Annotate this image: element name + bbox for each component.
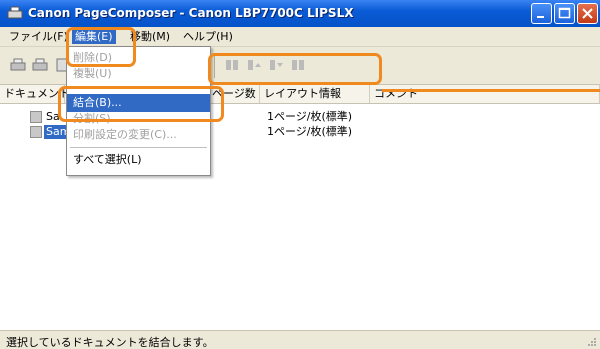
menu-help[interactable]: ヘルプ(H) (180, 29, 236, 44)
minimize-icon (537, 16, 544, 18)
minimize-button[interactable] (531, 3, 552, 24)
document-layout: 1ページ/枚(標準) (267, 110, 353, 123)
document-icon (30, 111, 42, 123)
print-preview-icon[interactable] (32, 58, 48, 72)
menu-item-change-print-settings[interactable]: 印刷設定の変更(C)... (67, 126, 210, 144)
print-icon[interactable] (10, 58, 26, 72)
document-icon (30, 126, 42, 138)
app-window: Canon PageComposer - Canon LBP7700C LIPS… (0, 0, 600, 349)
title-bar[interactable]: Canon PageComposer - Canon LBP7700C LIPS… (0, 0, 600, 27)
menu-file[interactable]: ファイル(F) (6, 29, 71, 44)
close-button[interactable] (577, 3, 598, 24)
highlight-edit-menu (66, 27, 136, 67)
highlight-toolbar-area (208, 53, 382, 85)
menu-separator (70, 147, 207, 148)
maximize-icon (558, 7, 571, 19)
app-icon (7, 6, 23, 19)
column-header-comment[interactable]: コメント (370, 85, 600, 103)
column-header-document[interactable]: ドキュメント (0, 85, 70, 103)
document-layout: 1ページ/枚(標準) (267, 125, 353, 138)
menu-item-duplicate[interactable]: 複製(U) (67, 65, 210, 83)
window-title: Canon PageComposer - Canon LBP7700C LIPS… (28, 6, 354, 20)
callout-leader-line (382, 89, 600, 92)
highlight-combine-item (58, 86, 224, 122)
status-bar: 選択しているドキュメントを結合します。 (0, 330, 600, 349)
maximize-button[interactable] (554, 3, 575, 24)
status-text: 選択しているドキュメントを結合します。 (6, 336, 214, 349)
menu-item-select-all[interactable]: すべて選択(L) (67, 151, 210, 169)
column-header-layout[interactable]: レイアウト情報 (260, 85, 370, 103)
resize-grip-icon[interactable] (587, 337, 597, 347)
close-icon (582, 8, 593, 19)
